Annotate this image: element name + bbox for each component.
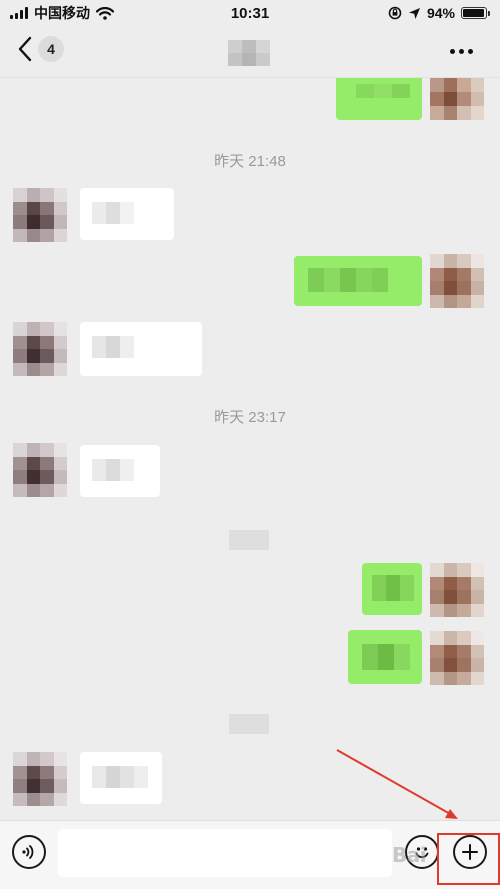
voice-icon [22, 845, 34, 859]
message-bubble-incoming[interactable] [80, 322, 202, 376]
battery-icon [461, 7, 490, 19]
timestamp-label: 昨天 21:48 [214, 153, 286, 170]
chevron-left-icon [18, 36, 32, 62]
chat-title-redacted [228, 40, 270, 66]
avatar-contact[interactable] [13, 188, 67, 242]
more-options-button[interactable] [446, 38, 476, 64]
message-bubble-outgoing[interactable] [336, 78, 422, 120]
wifi-icon [96, 6, 114, 20]
avatar-self[interactable] [430, 254, 484, 308]
status-bar: 中国移动 10:31 94% [0, 0, 500, 26]
avatar-contact[interactable] [13, 752, 67, 806]
timestamp-redacted [229, 530, 269, 550]
avatar-self[interactable] [430, 563, 484, 617]
more-dots-icon [449, 48, 455, 54]
location-icon [408, 7, 420, 19]
battery-label: 94% [426, 5, 455, 21]
message-bubble-outgoing[interactable] [294, 256, 422, 306]
back-button[interactable]: 4 [18, 36, 64, 62]
message-bubble-outgoing[interactable] [348, 630, 422, 684]
rotation-lock-icon [388, 6, 402, 20]
nav-bar: 4 [0, 26, 500, 78]
message-bubble-incoming[interactable] [80, 445, 160, 497]
signal-icon [10, 7, 28, 19]
message-bubble-incoming[interactable] [80, 188, 174, 240]
voice-button[interactable] [12, 835, 46, 869]
timestamp-label: 昨天 23:17 [214, 409, 286, 426]
status-right: 94% [388, 5, 490, 21]
avatar-self[interactable] [430, 78, 484, 120]
annotation-highlight-box [437, 833, 500, 885]
message-bubble-outgoing[interactable] [362, 563, 422, 615]
status-left: 中国移动 [10, 3, 114, 23]
avatar-contact[interactable] [13, 443, 67, 497]
avatar-self[interactable] [430, 631, 484, 685]
carrier-label: 中国移动 [34, 5, 90, 21]
message-bubble-incoming[interactable] [80, 752, 162, 804]
message-input[interactable] [58, 829, 392, 877]
timestamp-redacted [229, 714, 269, 734]
unread-count-badge: 4 [38, 36, 64, 62]
watermark: Bai [392, 843, 427, 867]
avatar-contact[interactable] [13, 322, 67, 376]
annotation-arrow [336, 749, 458, 819]
